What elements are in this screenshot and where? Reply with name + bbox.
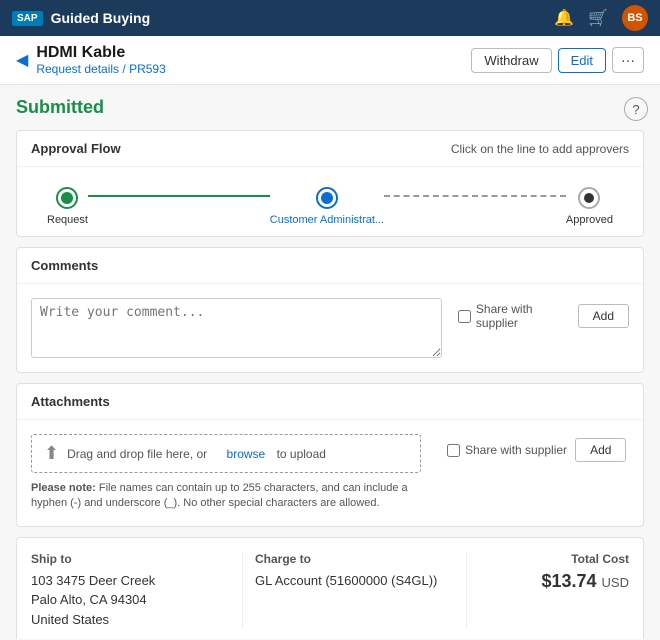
app-title: Guided Buying — [51, 10, 151, 26]
browse-link[interactable]: browse — [227, 447, 266, 461]
total-cost-value: $13.74 USD — [541, 571, 629, 592]
attach-note-bold: Please note: — [31, 482, 96, 494]
title-breadcrumb: HDMI Kable Request details / PR593 — [36, 44, 165, 76]
notification-icon[interactable]: 🔔 — [554, 8, 574, 28]
flow-line-2[interactable] — [384, 195, 566, 197]
user-avatar[interactable]: BS — [622, 5, 648, 31]
approval-flow-steps: Request Customer Administrat... Approved — [17, 167, 643, 236]
comments-title: Comments — [31, 258, 98, 273]
nav-right: 🔔 🛒 BS — [554, 5, 648, 31]
flow-step-admin: Customer Administrat... — [270, 187, 384, 226]
approval-flow-note: Click on the line to add approvers — [451, 142, 629, 156]
sap-logo: SAP — [12, 11, 43, 26]
total-cost-amount: $13.74 — [541, 571, 596, 591]
comments-card: Comments Share with supplier Add — [16, 247, 644, 373]
back-button[interactable]: ◀ — [16, 50, 28, 70]
share-supplier-text: Share with supplier — [476, 302, 570, 330]
attachments-header: Attachments — [17, 384, 643, 420]
sub-header-actions: Withdraw Edit ··· — [471, 47, 644, 73]
flow-circle-admin — [316, 187, 338, 209]
flow-label-request: Request — [47, 214, 88, 226]
comment-actions: Share with supplier Add — [458, 302, 629, 330]
attachments-body: ⬆ Drag and drop file here, or browse to … — [17, 420, 643, 526]
withdraw-button[interactable]: Withdraw — [471, 48, 551, 73]
attachments-card: Attachments ⬆ Drag and drop file here, o… — [16, 383, 644, 527]
attach-share-label[interactable]: Share with supplier — [447, 443, 567, 457]
attach-share-checkbox[interactable] — [447, 444, 460, 457]
top-navigation: SAP Guided Buying 🔔 🛒 BS — [0, 0, 660, 36]
flow-line-1[interactable] — [88, 195, 270, 197]
nav-left: SAP Guided Buying — [12, 10, 150, 26]
charge-to-label: Charge to — [255, 552, 454, 566]
more-options-button[interactable]: ··· — [612, 47, 644, 73]
attach-note: Please note: File names can contain up t… — [31, 481, 431, 512]
attachments-title: Attachments — [31, 394, 110, 409]
breadcrumb-current: PR593 — [129, 62, 166, 76]
help-icon[interactable]: ? — [624, 97, 648, 121]
ship-to-value: 103 3475 Deer Creek Palo Alto, CA 94304 … — [31, 571, 230, 630]
comment-textarea[interactable] — [31, 298, 442, 358]
charge-to-col: Charge to GL Account (51600000 (S4GL)) — [255, 552, 467, 630]
sub-header-left: ◀ HDMI Kable Request details / PR593 — [16, 44, 166, 76]
drop-text: Drag and drop file here, or — [67, 447, 207, 461]
comments-add-button[interactable]: Add — [578, 304, 629, 328]
comment-row: Share with supplier Add — [31, 298, 629, 358]
share-supplier-checkbox[interactable] — [458, 310, 471, 323]
drop-zone[interactable]: ⬆ Drag and drop file here, or browse to … — [31, 434, 421, 473]
cart-icon[interactable]: 🛒 — [588, 8, 608, 28]
drop-text-end: to upload — [273, 447, 326, 461]
main-content: ? Submitted Approval Flow Click on the l… — [0, 85, 660, 639]
flow-label-approved: Approved — [566, 214, 613, 226]
page-title: HDMI Kable — [36, 44, 165, 62]
flow-step-request: Request — [47, 187, 88, 226]
status-badge: Submitted — [16, 97, 644, 118]
flow-circle-approved — [578, 187, 600, 209]
ship-to-line1: 103 3475 Deer Creek — [31, 571, 230, 591]
attach-share-text: Share with supplier — [465, 443, 567, 457]
attach-row: ⬆ Drag and drop file here, or browse to … — [31, 434, 629, 512]
total-cost-col: Total Cost $13.74 USD — [479, 552, 629, 630]
attachments-add-button[interactable]: Add — [575, 438, 626, 462]
ship-to-line2: Palo Alto, CA 94304 — [31, 590, 230, 610]
approval-flow-card: Approval Flow Click on the line to add a… — [16, 130, 644, 237]
total-cost-currency: USD — [602, 575, 629, 590]
comments-header: Comments — [17, 248, 643, 284]
upload-icon: ⬆ — [44, 443, 59, 464]
ship-to-line3: United States — [31, 610, 230, 630]
ship-to-col: Ship to 103 3475 Deer Creek Palo Alto, C… — [31, 552, 243, 630]
attach-left: ⬆ Drag and drop file here, or browse to … — [31, 434, 431, 512]
flow-label-admin: Customer Administrat... — [270, 214, 384, 226]
edit-button[interactable]: Edit — [558, 48, 606, 73]
flow-step-approved: Approved — [566, 187, 613, 226]
approval-flow-title: Approval Flow — [31, 141, 121, 156]
breadcrumb-link[interactable]: Request details — [36, 62, 119, 76]
charge-to-value: GL Account (51600000 (S4GL)) — [255, 571, 454, 591]
info-grid: Ship to 103 3475 Deer Creek Palo Alto, C… — [16, 537, 644, 639]
approval-flow-header: Approval Flow Click on the line to add a… — [17, 131, 643, 167]
attach-actions: Share with supplier Add — [447, 438, 626, 462]
comments-body: Share with supplier Add — [17, 284, 643, 372]
breadcrumb: Request details / PR593 — [36, 62, 165, 76]
flow-circle-request — [56, 187, 78, 209]
ship-to-label: Ship to — [31, 552, 230, 566]
sub-header: ◀ HDMI Kable Request details / PR593 Wit… — [0, 36, 660, 85]
total-cost-label: Total Cost — [571, 552, 629, 566]
share-supplier-label[interactable]: Share with supplier — [458, 302, 570, 330]
